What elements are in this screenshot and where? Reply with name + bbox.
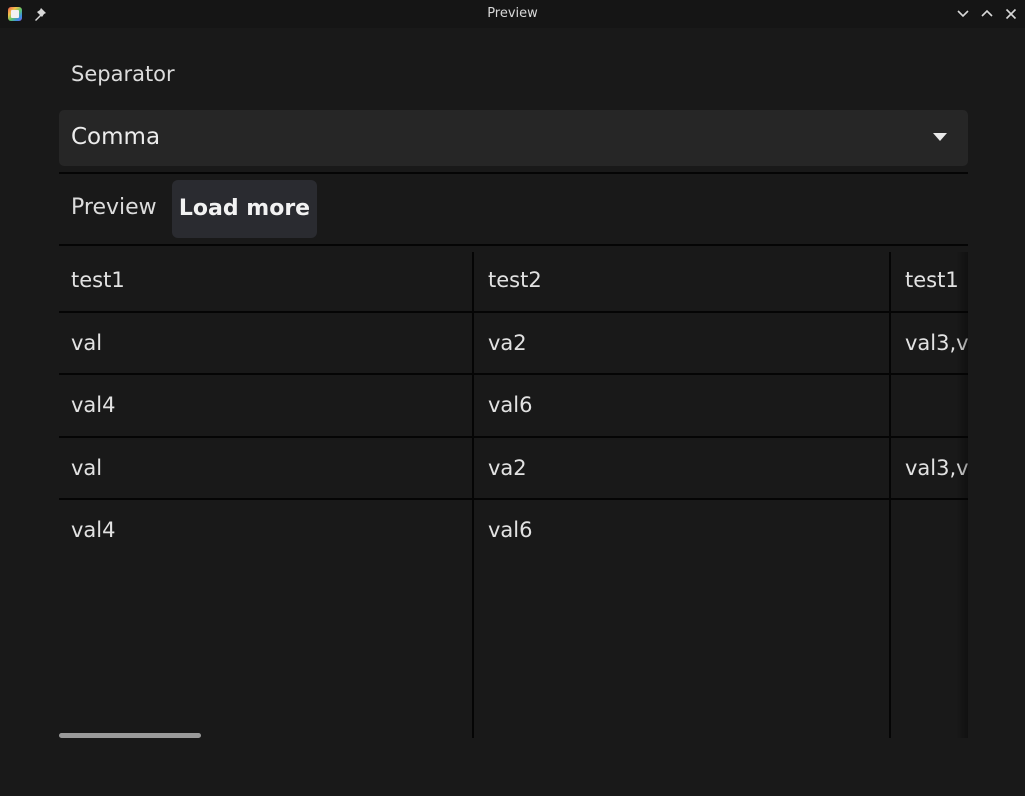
separator-selected-value: Comma bbox=[71, 124, 161, 150]
minimize-icon[interactable] bbox=[954, 5, 972, 23]
row-divider bbox=[59, 373, 968, 375]
column-header[interactable]: test2 bbox=[488, 268, 542, 292]
title-bar: Preview bbox=[0, 0, 1025, 28]
tab-preview[interactable]: Preview bbox=[71, 195, 157, 220]
table-cell[interactable]: val bbox=[71, 331, 102, 355]
preview-window: Preview Separator Comma Preview Load mor… bbox=[0, 0, 1025, 796]
caret-down-icon bbox=[933, 133, 947, 141]
table-cell[interactable]: val4 bbox=[71, 393, 116, 417]
column-divider[interactable] bbox=[889, 252, 891, 738]
preview-table: test1 test2 test1 val va2 val3,val val4 … bbox=[59, 252, 968, 738]
row-divider bbox=[59, 498, 968, 500]
column-divider[interactable] bbox=[472, 252, 474, 738]
table-cell[interactable]: val4 bbox=[71, 518, 116, 542]
row-divider bbox=[59, 436, 968, 438]
row-divider bbox=[59, 311, 968, 313]
maximize-icon[interactable] bbox=[978, 5, 996, 23]
separator-dropdown[interactable]: Comma bbox=[59, 110, 968, 166]
column-header[interactable]: test1 bbox=[905, 268, 959, 292]
window-title: Preview bbox=[487, 6, 538, 21]
divider bbox=[59, 172, 968, 174]
table-cell[interactable]: val6 bbox=[488, 393, 533, 417]
table-cell[interactable]: va2 bbox=[488, 331, 527, 355]
scroll-shadow bbox=[956, 252, 968, 738]
horizontal-scrollbar[interactable] bbox=[59, 733, 201, 738]
table-cell[interactable]: val6 bbox=[488, 518, 533, 542]
table-cell[interactable]: va2 bbox=[488, 456, 527, 480]
table-cell[interactable]: val bbox=[71, 456, 102, 480]
load-more-button[interactable]: Load more bbox=[172, 180, 317, 238]
divider bbox=[59, 244, 968, 246]
column-header[interactable]: test1 bbox=[71, 268, 125, 292]
separator-label: Separator bbox=[71, 62, 175, 86]
close-icon[interactable] bbox=[1002, 5, 1020, 23]
